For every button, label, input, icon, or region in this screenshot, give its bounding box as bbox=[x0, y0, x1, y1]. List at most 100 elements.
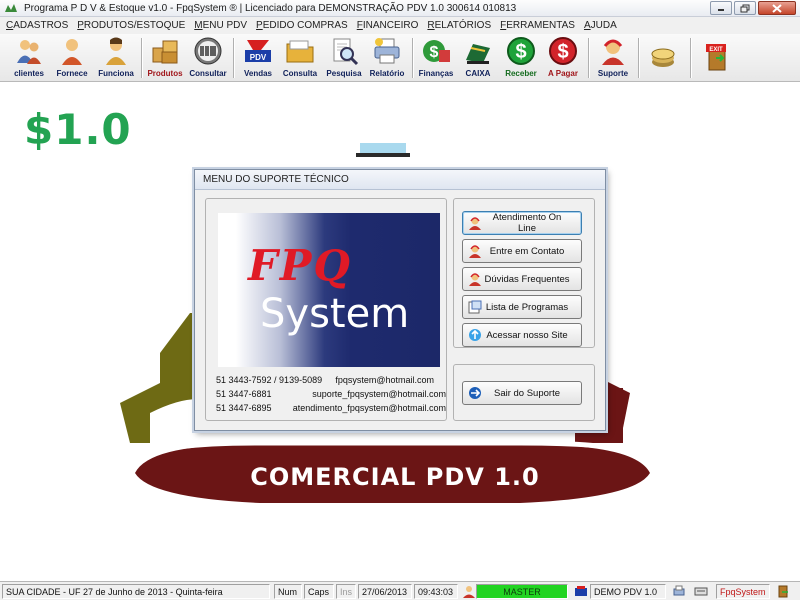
exit-button[interactable]: EXIT bbox=[700, 36, 734, 80]
status-date: 27/06/2013 bbox=[358, 584, 412, 599]
pdv-icon: PDV bbox=[243, 36, 273, 66]
cash-register-icon bbox=[463, 36, 493, 66]
menu-bar: CADASTROS PRODUTOS/ESTOQUE MENU PDV PEDI… bbox=[0, 17, 800, 34]
menu-pedido-compras[interactable]: PEDIDO COMPRAS bbox=[256, 20, 348, 31]
status-demo: DEMO PDV 1.0 bbox=[590, 584, 666, 599]
pesquisa-button[interactable]: Pesquisa bbox=[324, 36, 364, 80]
keyboard-status-icon bbox=[694, 587, 708, 596]
minimize-button[interactable] bbox=[710, 1, 732, 15]
toolbar-separator bbox=[588, 38, 589, 78]
dialog-title: MENU DO SUPORTE TÉCNICO bbox=[195, 170, 605, 190]
dollar-green-icon: $ bbox=[506, 36, 536, 66]
vendas-button[interactable]: PDV Vendas bbox=[238, 36, 278, 80]
restore-icon bbox=[740, 4, 750, 12]
support-agent-icon bbox=[467, 243, 483, 259]
version-label: $1.0 bbox=[24, 105, 132, 154]
pdv-badge-text: PDV bbox=[250, 53, 267, 62]
contact-email: suporte_fpqsystem@hotmail.com bbox=[312, 389, 446, 399]
support-options-panel: Atendimento On Line Entre em Contato Dúv… bbox=[453, 198, 595, 348]
toolbar-separator bbox=[412, 38, 413, 78]
caixa-button[interactable]: CAIXA bbox=[460, 36, 496, 80]
status-user-level: MASTER bbox=[476, 584, 568, 599]
money-icon: $ bbox=[421, 36, 451, 66]
contact-email: fpqsystem@hotmail.com bbox=[335, 375, 434, 385]
employee-icon bbox=[101, 36, 131, 66]
restore-button[interactable] bbox=[734, 1, 756, 15]
support-agent-icon bbox=[467, 215, 483, 231]
acessar-site-button[interactable]: Acessar nosso Site bbox=[462, 323, 582, 347]
search-document-icon bbox=[329, 36, 359, 66]
menu-ferramentas[interactable]: FERRAMENTAS bbox=[500, 20, 575, 31]
arrow-right-icon bbox=[467, 385, 483, 401]
contact-phone: 51 3443-7592 / 9139-5089 bbox=[216, 375, 323, 385]
pdv-status-icon bbox=[575, 586, 587, 596]
banner-system: System bbox=[260, 291, 410, 337]
exit-panel: Sair do Suporte bbox=[453, 364, 595, 421]
svg-text:$: $ bbox=[557, 41, 568, 63]
toolbar-separator bbox=[690, 38, 691, 78]
dialog-body: FPQ System 51 3443-7592 / 9139-5089 fpqs… bbox=[195, 190, 605, 430]
suporte-button[interactable]: Suporte bbox=[594, 36, 632, 80]
app-icon bbox=[4, 2, 18, 14]
financas-button[interactable]: $ Finanças bbox=[416, 36, 456, 80]
clientes-button[interactable]: clientes bbox=[10, 36, 48, 80]
printer-status-icon bbox=[673, 585, 685, 596]
folder-icon bbox=[285, 36, 315, 66]
user-status-icon bbox=[463, 586, 475, 598]
status-brand: FpqSystem bbox=[716, 584, 770, 599]
coins-button[interactable] bbox=[646, 36, 680, 80]
apagar-button[interactable]: $ A Pagar bbox=[544, 36, 582, 80]
consulta-button[interactable]: Consulta bbox=[282, 36, 318, 80]
support-agent-icon bbox=[598, 36, 628, 66]
svg-text:$: $ bbox=[430, 44, 439, 61]
status-time: 09:43:03 bbox=[414, 584, 458, 599]
close-button[interactable] bbox=[758, 1, 796, 15]
funciona-button[interactable]: Funciona bbox=[96, 36, 136, 80]
banner-brand: FPQ bbox=[248, 241, 352, 290]
consultar-button[interactable]: Consultar bbox=[188, 36, 228, 80]
exit-door-icon: EXIT bbox=[702, 42, 732, 72]
users-icon bbox=[14, 36, 44, 66]
fornece-button[interactable]: Fornece bbox=[54, 36, 90, 80]
status-location-date: SUA CIDADE - UF 27 de Junho de 2013 - Qu… bbox=[2, 584, 270, 599]
globe-arrow-icon bbox=[467, 327, 483, 343]
minimize-icon bbox=[718, 9, 724, 11]
menu-pdv[interactable]: MENU PDV bbox=[194, 20, 247, 31]
contact-email: atendimento_fpqsystem@hotmail.com bbox=[292, 403, 446, 413]
relatorio-button[interactable]: Relatório bbox=[366, 36, 408, 80]
logo-caption: COMERCIAL PDV 1.0 bbox=[250, 463, 540, 491]
menu-produtos-estoque[interactable]: PRODUTOS/ESTOQUE bbox=[77, 20, 185, 31]
exit-status-icon[interactable] bbox=[776, 585, 790, 598]
contact-phone: 51 3447-6881 bbox=[216, 389, 272, 399]
entre-em-contato-button[interactable]: Entre em Contato bbox=[462, 239, 582, 263]
receber-button[interactable]: $ Receber bbox=[502, 36, 540, 80]
window-controls bbox=[710, 1, 796, 15]
title-bar: Programa P D V & Estoque v1.0 - FpqSyste… bbox=[0, 0, 800, 17]
exit-badge-text: EXIT bbox=[709, 47, 723, 53]
produtos-button[interactable]: Produtos bbox=[146, 36, 184, 80]
menu-financeiro[interactable]: FINANCEIRO bbox=[357, 20, 419, 31]
toolbar-separator bbox=[638, 38, 639, 78]
dollar-red-icon: $ bbox=[548, 36, 578, 66]
contact-phone: 51 3447-6895 bbox=[216, 403, 272, 413]
support-dialog: MENU DO SUPORTE TÉCNICO FPQ System 51 34… bbox=[194, 169, 606, 431]
menu-cadastros[interactable]: CADASTROS bbox=[6, 20, 68, 31]
contact-panel: FPQ System 51 3443-7592 / 9139-5089 fpqs… bbox=[205, 198, 447, 421]
menu-relatorios[interactable]: RELATÓRIOS bbox=[427, 20, 491, 31]
window-title: Programa P D V & Estoque v1.0 - FpqSyste… bbox=[24, 2, 517, 14]
status-ins: Ins bbox=[336, 584, 356, 599]
printer-icon bbox=[372, 36, 402, 66]
support-agent-icon bbox=[467, 271, 483, 287]
toolbar-separator bbox=[233, 38, 234, 78]
close-icon bbox=[772, 3, 782, 13]
menu-ajuda[interactable]: AJUDA bbox=[584, 20, 617, 31]
fpq-system-banner: FPQ System bbox=[218, 213, 440, 367]
duvidas-frequentes-button[interactable]: Dúvidas Frequentes bbox=[462, 267, 582, 291]
toolbar: clientes Fornece Funciona Produtos Consu… bbox=[0, 34, 800, 82]
atendimento-online-button[interactable]: Atendimento On Line bbox=[462, 211, 582, 235]
program-list-icon bbox=[467, 299, 483, 315]
barcode-icon bbox=[193, 36, 223, 66]
lista-de-programas-button[interactable]: Lista de Programas bbox=[462, 295, 582, 319]
supplier-icon bbox=[57, 36, 87, 66]
sair-do-suporte-button[interactable]: Sair do Suporte bbox=[462, 381, 582, 405]
